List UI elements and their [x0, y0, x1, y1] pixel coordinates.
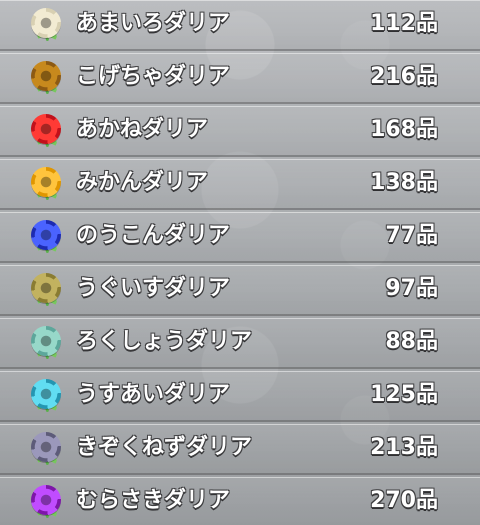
dahlia-flower-icon	[29, 379, 63, 413]
flower-head	[31, 220, 61, 250]
flower-head	[31, 432, 61, 462]
list-item-mikan-dahlia[interactable]: みかんダリア 138品	[0, 159, 480, 210]
item-name: うぐいすダリア	[76, 276, 231, 301]
item-name: きぞくねずダリア	[76, 435, 253, 460]
item-name: うすあいダリア	[76, 382, 231, 407]
dahlia-flower-icon	[29, 220, 63, 254]
list-item-amairo-dahlia[interactable]: あまいろダリア 112品	[0, 0, 480, 51]
item-count: 97品	[385, 276, 438, 301]
dahlia-flower-icon	[29, 485, 63, 519]
flower-head	[31, 273, 61, 303]
item-name: みかんダリア	[76, 170, 209, 195]
item-name: のうこんダリア	[76, 223, 231, 248]
item-count: 112品	[370, 11, 438, 36]
flower-head	[31, 167, 61, 197]
item-count: 270品	[370, 488, 438, 513]
dahlia-flower-icon	[29, 8, 63, 42]
flower-head	[31, 61, 61, 91]
flower-head	[31, 326, 61, 356]
item-count: 138品	[370, 170, 438, 195]
item-count: 88品	[385, 329, 438, 354]
item-count: 216品	[370, 64, 438, 89]
item-name: ろくしょうダリア	[76, 329, 253, 354]
list-item-rokushou-dahlia[interactable]: ろくしょうダリア 88品	[0, 318, 480, 369]
list-item-kizokunezu-dahlia[interactable]: きぞくねずダリア 213品	[0, 424, 480, 475]
item-name: むらさきダリア	[76, 488, 231, 513]
list-item-kogecha-dahlia[interactable]: こげちゃダリア 216品	[0, 53, 480, 104]
item-name: あまいろダリア	[76, 11, 231, 36]
flower-head	[31, 379, 61, 409]
dahlia-flower-icon	[29, 326, 63, 360]
item-count: 77品	[385, 223, 438, 248]
item-count: 168品	[370, 117, 438, 142]
item-name: あかねダリア	[76, 117, 209, 142]
item-count: 125品	[370, 382, 438, 407]
flower-head	[31, 8, 61, 38]
dahlia-flower-icon	[29, 432, 63, 466]
flower-head	[31, 114, 61, 144]
list-item-usuai-dahlia[interactable]: うすあいダリア 125品	[0, 371, 480, 422]
dahlia-flower-icon	[29, 61, 63, 95]
item-name: こげちゃダリア	[76, 64, 231, 89]
item-count: 213品	[370, 435, 438, 460]
dahlia-flower-icon	[29, 114, 63, 148]
list-item-uguisu-dahlia[interactable]: うぐいすダリア 97品	[0, 265, 480, 316]
dahlia-flower-icon	[29, 273, 63, 307]
list-item-murasaki-dahlia[interactable]: むらさきダリア 270品	[0, 477, 480, 525]
dahlia-flower-icon	[29, 167, 63, 201]
list-item-akane-dahlia[interactable]: あかねダリア 168品	[0, 106, 480, 157]
list-item-noukon-dahlia[interactable]: のうこんダリア 77品	[0, 212, 480, 263]
flower-head	[31, 485, 61, 515]
dahlia-inventory-list: あまいろダリア 112品 こげちゃダリア 216品 あかねダリア 168品 みか…	[0, 0, 480, 525]
